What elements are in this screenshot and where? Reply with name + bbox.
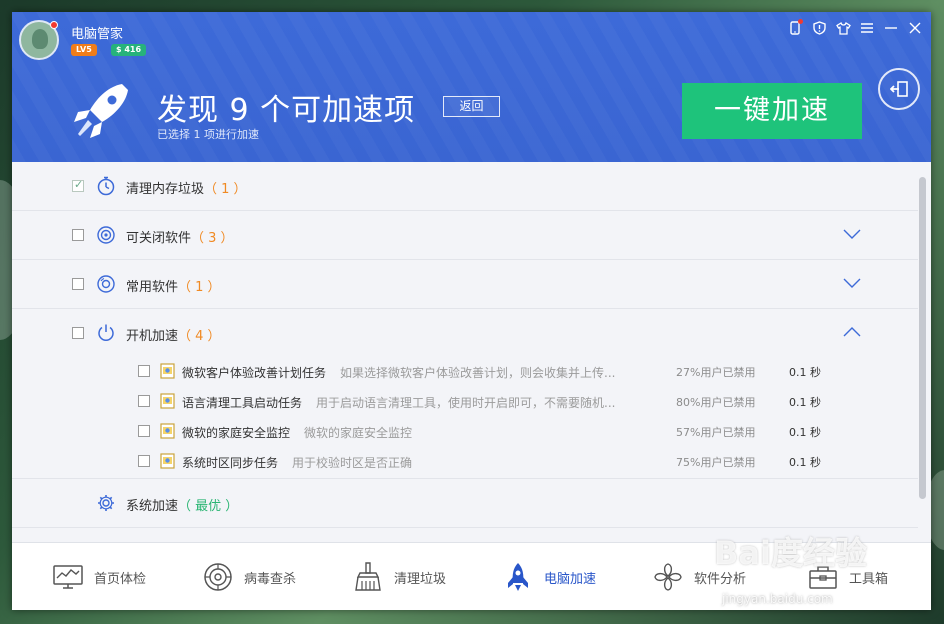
category-checkbox[interactable] xyxy=(72,278,84,290)
nav-virus-scan[interactable]: 病毒查杀 xyxy=(202,543,296,610)
one-click-accelerate-button[interactable]: 一键加速 xyxy=(682,83,862,139)
shield-icon[interactable] xyxy=(811,20,827,36)
app-title: 电脑管家 xyxy=(71,27,124,42)
skin-icon[interactable] xyxy=(835,20,851,36)
category-row-common-software[interactable]: 常用软件（ 1 ） xyxy=(12,260,918,309)
chevron-down-icon[interactable] xyxy=(842,276,862,290)
level-badge[interactable]: LV5 xyxy=(71,44,97,56)
chevron-down-icon[interactable] xyxy=(842,227,862,241)
nav-label: 电脑加速 xyxy=(544,571,597,587)
category-label: 清理内存垃圾（ 1 ） xyxy=(126,182,247,197)
clover-icon xyxy=(654,563,682,591)
item-time: 0.1 秒 xyxy=(789,396,821,409)
rocket-icon xyxy=(74,84,128,138)
item-description: 用于启动语言清理工具，使用时开启即可，不需要随机... xyxy=(316,396,616,410)
task-icon xyxy=(160,363,175,379)
page-title: 发现 9 个可加速项 xyxy=(157,93,416,128)
item-time: 0.1 秒 xyxy=(789,426,821,439)
baidu-jingyan-watermark: Bai度经验 xyxy=(714,534,867,572)
category-row-system: 系统加速（ 最优 ） xyxy=(12,479,918,528)
watermark-url: jingyan.baidu.com xyxy=(722,592,833,606)
item-disabled-pct: 80%用户已禁用 xyxy=(676,396,756,409)
task-icon xyxy=(160,453,175,469)
startup-item[interactable]: 语言清理工具启动任务 用于启动语言清理工具，使用时开启即可，不需要随机... 8… xyxy=(12,387,918,417)
category-row-closable-software[interactable]: 可关闭软件（ 3 ） xyxy=(12,211,918,260)
monitor-icon xyxy=(53,565,83,589)
close-icon[interactable] xyxy=(907,20,923,36)
rocket-icon xyxy=(508,563,528,591)
shield-scan-icon xyxy=(204,563,232,591)
disc-icon xyxy=(97,275,115,293)
chevron-up-icon[interactable] xyxy=(842,325,862,339)
gear-icon xyxy=(98,495,114,511)
category-checkbox[interactable] xyxy=(72,229,84,241)
scrollbar[interactable] xyxy=(919,177,926,499)
minimize-icon[interactable] xyxy=(883,20,899,36)
titlebar-controls xyxy=(787,19,923,36)
item-name: 微软客户体验改善计划任务 xyxy=(182,366,327,380)
item-checkbox[interactable] xyxy=(138,365,150,377)
startup-item[interactable]: 微软的家庭安全监控 微软的家庭安全监控 57%用户已禁用 0.1 秒 xyxy=(12,417,918,447)
nav-label: 病毒查杀 xyxy=(244,571,297,587)
nav-label: 首页体检 xyxy=(94,571,147,587)
item-disabled-pct: 75%用户已禁用 xyxy=(676,456,756,469)
item-description: 用于校验时区是否正确 xyxy=(292,456,413,470)
nav-clean-junk[interactable]: 清理垃圾 xyxy=(352,543,446,610)
item-time: 0.1 秒 xyxy=(789,366,821,379)
item-description: 微软的家庭安全监控 xyxy=(304,426,413,440)
nav-home-checkup[interactable]: 首页体检 xyxy=(52,543,146,610)
back-button[interactable]: 返回 xyxy=(443,96,500,117)
task-icon xyxy=(160,393,175,409)
category-label: 常用软件（ 1 ） xyxy=(126,280,221,295)
task-icon xyxy=(160,423,175,439)
broom-icon xyxy=(355,562,381,591)
header-banner: 电脑管家 LV5 $ 416 发现 9 个可加速项 返回 已选择 1 项进行加速… xyxy=(12,12,931,162)
target-icon xyxy=(97,226,115,244)
startup-item[interactable]: 微软客户体验改善计划任务 如果选择微软客户体验改善计划，则会收集并上传... 2… xyxy=(12,357,918,387)
coin-badge[interactable]: $ 416 xyxy=(111,44,147,56)
item-checkbox[interactable] xyxy=(138,455,150,467)
category-checkbox[interactable] xyxy=(72,327,84,339)
item-disabled-pct: 57%用户已禁用 xyxy=(676,426,756,439)
nav-label: 清理垃圾 xyxy=(394,571,447,587)
stopwatch-icon xyxy=(97,176,115,196)
category-row-memory[interactable]: 清理内存垃圾（ 1 ） xyxy=(12,162,918,211)
phone-icon[interactable] xyxy=(787,19,803,36)
item-time: 0.1 秒 xyxy=(789,456,821,469)
category-label: 开机加速（ 4 ） xyxy=(126,329,221,344)
nav-pc-accelerate[interactable]: 电脑加速 xyxy=(502,543,596,610)
category-row-startup[interactable]: 开机加速（ 4 ） 微软客户体验改善计划任务 如果选择微软客户体验改善计划，则会… xyxy=(12,309,918,479)
item-checkbox[interactable] xyxy=(138,425,150,437)
category-label: 可关闭软件（ 3 ） xyxy=(126,231,234,246)
power-icon xyxy=(98,324,114,341)
app-window: 电脑管家 LV5 $ 416 发现 9 个可加速项 返回 已选择 1 项进行加速… xyxy=(12,12,931,610)
category-label: 系统加速（ 最优 ） xyxy=(126,499,239,514)
exit-icon[interactable] xyxy=(878,68,920,110)
item-name: 语言清理工具启动任务 xyxy=(182,396,303,410)
category-checkbox[interactable] xyxy=(72,178,84,192)
item-name: 微软的家庭安全监控 xyxy=(182,426,291,440)
item-name: 系统时区同步任务 xyxy=(182,456,279,470)
item-description: 如果选择微软客户体验改善计划，则会收集并上传... xyxy=(340,366,616,380)
selection-summary: 已选择 1 项进行加速 xyxy=(157,128,259,141)
item-checkbox[interactable] xyxy=(138,395,150,407)
item-disabled-pct: 27%用户已禁用 xyxy=(676,366,756,379)
menu-icon[interactable] xyxy=(859,20,875,36)
startup-item[interactable]: 系统时区同步任务 用于校验时区是否正确 75%用户已禁用 0.1 秒 xyxy=(12,447,918,477)
acceleration-list: 清理内存垃圾（ 1 ） 可关闭软件（ 3 ） 常用软件（ 1 ） 开机加速（ 4… xyxy=(12,162,931,542)
notification-dot xyxy=(50,21,58,29)
